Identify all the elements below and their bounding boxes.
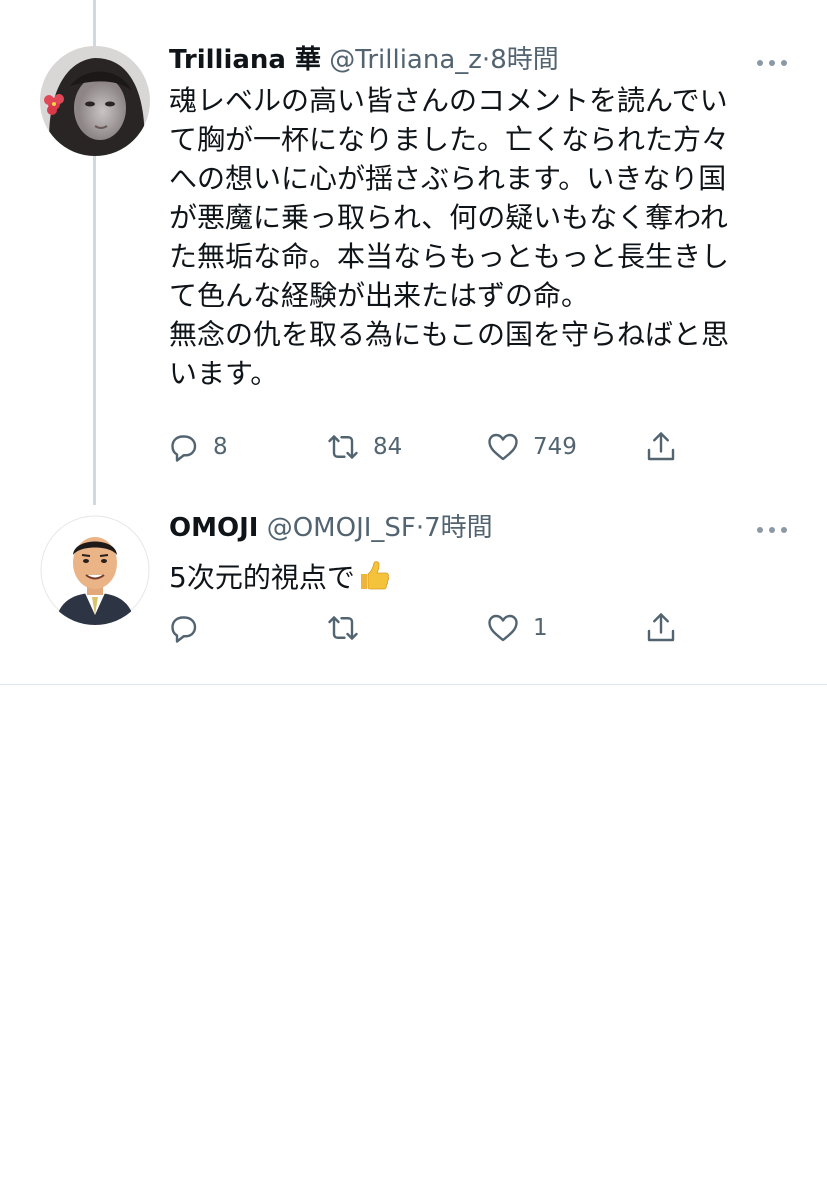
heart-icon	[488, 614, 518, 642]
user-handle[interactable]: @OMOJI_SF	[267, 513, 416, 543]
user-handle[interactable]: @Trilliana_z	[329, 45, 482, 75]
tweet-text-line: た無垢な命。本当ならもっともっと長生きし	[169, 240, 730, 273]
retweet-button[interactable]: 84	[325, 427, 402, 467]
like-count: 749	[533, 434, 577, 460]
retweet-icon	[328, 616, 358, 640]
display-name[interactable]: OMOJI	[169, 513, 258, 543]
share-button[interactable]	[643, 608, 679, 648]
tweet-actions: 8 84 749	[165, 427, 705, 467]
tweet-text-line: て色んな経験が出来たはずの命。	[169, 279, 590, 312]
more-options-icon[interactable]	[757, 58, 787, 68]
separator-dot: ·	[481, 45, 491, 75]
tweet-text-line: て胸が一杯になりました。亡くなられた方々	[169, 123, 730, 156]
tweet-text-line: への想いに心が揺さぶられます。いきなり国	[169, 162, 727, 195]
reply-button[interactable]	[165, 608, 213, 648]
more-options-icon[interactable]	[757, 525, 787, 535]
tweet-trilliana[interactable]: Trilliana 華 @Trilliana_z·8時間 魂レベルの高い皆さんの…	[0, 0, 827, 500]
display-name[interactable]: Trilliana 華	[169, 45, 321, 75]
reply-icon	[171, 435, 197, 462]
share-icon	[647, 432, 675, 461]
bottom-divider	[0, 684, 827, 685]
reply-button[interactable]: 8	[165, 427, 228, 467]
avatar-trilliana[interactable]	[40, 46, 150, 156]
tweet-text-line: 無念の仇を取る為にもこの国を守らねばと思	[169, 318, 730, 351]
thumbs-up-icon	[357, 559, 391, 603]
tweet-text: 魂レベルの高い皆さんのコメントを読んでい て胸が一杯になりました。亡くなられた方…	[169, 81, 789, 393]
tweet-text-line: います。	[169, 357, 279, 390]
tweet-text-content: 5次元的視点で	[169, 561, 355, 594]
retweet-count: 84	[373, 434, 403, 460]
share-icon	[647, 613, 675, 642]
heart-icon	[488, 433, 518, 461]
like-count: 1	[533, 615, 548, 641]
reply-icon	[171, 616, 197, 643]
tweet-header: OMOJI @OMOJI_SF·7時間	[169, 510, 493, 546]
tweet-text-line: が悪魔に乗っ取られ、何の疑いもなく奪われ	[169, 201, 728, 234]
like-button[interactable]: 1	[485, 608, 548, 648]
retweet-button[interactable]	[325, 608, 373, 648]
reply-count: 8	[213, 434, 228, 460]
tweet-text-line: 5次元的視点で	[169, 558, 789, 603]
tweet-text-line: 魂レベルの高い皆さんのコメントを読んでい	[169, 84, 728, 117]
retweet-icon	[328, 435, 358, 459]
tweet-actions: 1	[165, 608, 705, 648]
timestamp[interactable]: 7時間	[424, 513, 493, 543]
separator-dot: ·	[415, 513, 425, 543]
timestamp[interactable]: 8時間	[490, 45, 559, 75]
avatar-omoji[interactable]	[40, 515, 150, 625]
tweet-header: Trilliana 華 @Trilliana_z·8時間	[169, 42, 559, 78]
tweet-text: 5次元的視点で	[169, 558, 789, 603]
tweet-omoji[interactable]: OMOJI @OMOJI_SF·7時間 5次元的視点で 1	[0, 500, 827, 1184]
like-button[interactable]: 749	[485, 427, 577, 467]
share-button[interactable]	[643, 427, 679, 467]
